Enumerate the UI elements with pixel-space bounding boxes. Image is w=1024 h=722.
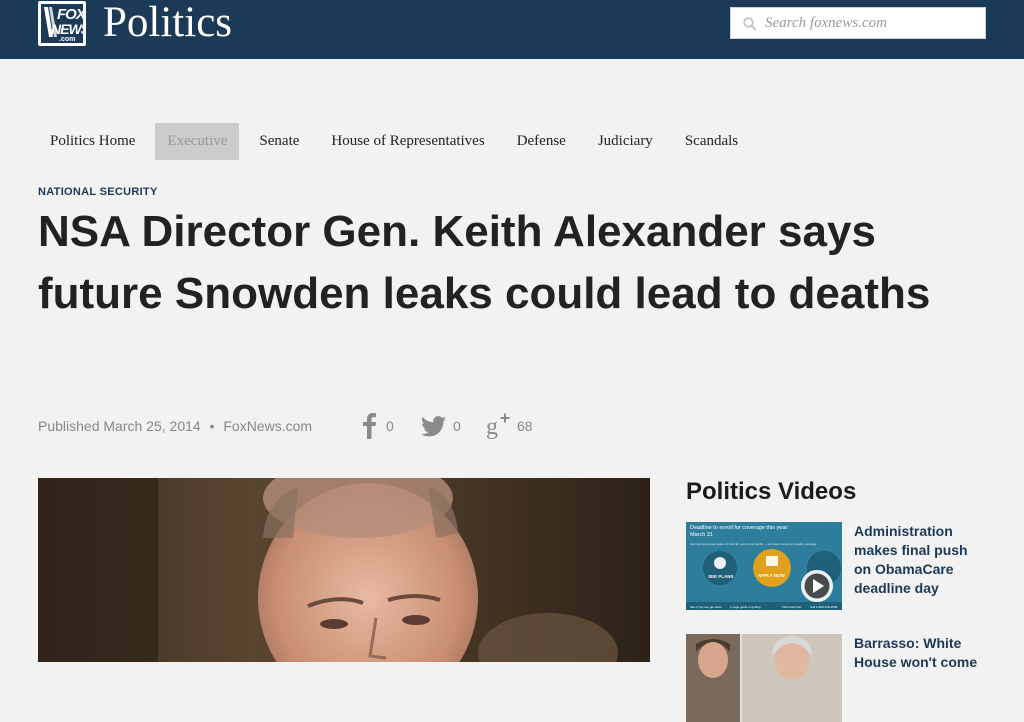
twitter-share-count: 0 [453, 418, 461, 434]
video-title[interactable]: Barrasso: White House won't come [854, 634, 986, 672]
article-kicker[interactable]: NATIONAL SECURITY [38, 186, 158, 198]
google-plus-icon: g [486, 413, 510, 440]
nav-item-house[interactable]: House of Representatives [319, 123, 496, 160]
site-header: FOX NEWS .com Politics [0, 0, 1024, 59]
facebook-share-count: 0 [386, 418, 394, 434]
thumb-apply-now: APPLY NOW [758, 573, 786, 578]
lead-photo[interactable] [38, 478, 650, 662]
play-icon[interactable] [800, 569, 834, 603]
logo-text-news: NEWS [51, 21, 86, 37]
nav-item-judiciary[interactable]: Judiciary [586, 123, 665, 160]
article-meta: Published March 25, 2014 • FoxNews.com [38, 417, 312, 435]
sidebar-title: Politics Videos [686, 478, 857, 505]
logo-text-com: .com [59, 36, 76, 43]
nav-item-scandals[interactable]: Scandals [673, 123, 750, 160]
thumb-bottom-4: Call 1-800-318-2596 [810, 605, 838, 609]
logo-box: FOX NEWS .com [41, 4, 86, 43]
video-thumbnail[interactable] [686, 634, 842, 722]
thumb-line-text: Get how to provide peace of mind for you… [690, 542, 817, 546]
video-item[interactable]: Deadline to enroll for coverage this yea… [686, 522, 986, 610]
nav-item-executive[interactable]: Executive [155, 123, 240, 160]
search-input[interactable] [765, 8, 983, 38]
article-source: FoxNews.com [223, 418, 313, 434]
published-label: Published [38, 418, 100, 434]
video-thumbnail[interactable]: Deadline to enroll for coverage this yea… [686, 522, 842, 610]
lead-photo-image [38, 478, 650, 662]
svg-text:g: g [486, 414, 498, 440]
section-nav: Politics Home Executive Senate House of … [38, 123, 758, 160]
search-icon[interactable] [743, 17, 757, 31]
meta-separator: • [209, 418, 215, 434]
video-title[interactable]: Administration makes final push on Obama… [854, 522, 986, 598]
fox-news-logo[interactable]: FOX NEWS .com [38, 1, 86, 46]
article-headline: NSA Director Gen. Keith Alexander says f… [38, 207, 931, 318]
search-box[interactable] [730, 7, 986, 39]
facebook-icon [363, 413, 376, 439]
googleplus-share-button[interactable]: g 68 [486, 410, 533, 442]
section-title[interactable]: Politics [103, 0, 232, 46]
thumb-bottom-3: Find local help [782, 605, 802, 609]
thumb-deadline-text: Deadline to enroll for coverage this yea… [690, 525, 789, 531]
logo-text-fox: FOX [57, 6, 86, 23]
twitter-icon [421, 415, 446, 436]
video-item[interactable]: Barrasso: White House won't come [686, 634, 986, 722]
thumb-bottom-2: 1 page guide to getting [730, 605, 761, 609]
nav-item-senate[interactable]: Senate [247, 123, 311, 160]
nav-item-politics-home[interactable]: Politics Home [38, 123, 147, 160]
thumb-date-text: March 31 [690, 532, 713, 538]
facebook-share-button[interactable]: 0 [361, 410, 394, 442]
published-date: March 25, 2014 [103, 418, 201, 434]
nav-item-defense[interactable]: Defense [505, 123, 578, 160]
video-thumbnail-image [686, 634, 842, 722]
thumb-see-plans: SEE PLANS [708, 574, 734, 579]
thumb-bottom-1: See if you can get lower [690, 605, 722, 609]
twitter-share-button[interactable]: 0 [421, 410, 461, 442]
googleplus-share-count: 68 [517, 418, 533, 434]
